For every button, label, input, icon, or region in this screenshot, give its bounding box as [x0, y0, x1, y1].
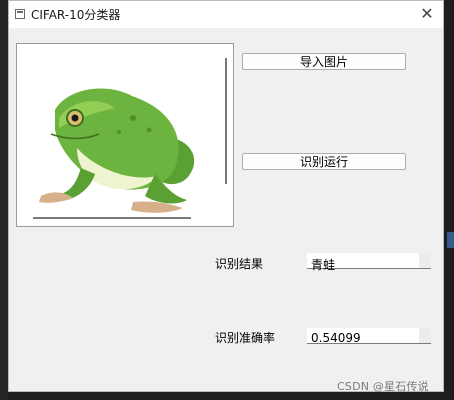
app-icon — [15, 9, 25, 19]
background-editor-right — [444, 0, 454, 400]
image-view[interactable] — [16, 43, 234, 227]
result-value: 青蛙 — [311, 258, 336, 272]
accuracy-field-side — [419, 328, 431, 343]
close-icon[interactable]: ✕ — [417, 4, 437, 24]
import-image-button[interactable]: 导入图片 — [242, 53, 406, 70]
result-label: 识别结果 — [215, 257, 264, 271]
horizontal-scrollbar[interactable] — [33, 217, 191, 219]
accuracy-value: 0.54099 — [311, 331, 361, 345]
accuracy-field[interactable]: 0.54099 — [307, 328, 431, 345]
classifier-window: CIFAR-10分类器 ✕ 导入图片 识别运行 识别结果 青蛙 识别准确率 0.… — [8, 0, 444, 393]
accuracy-label: 识别准确率 — [215, 331, 276, 345]
background-highlight — [447, 232, 454, 248]
watermark: CSDN @星石传说 — [337, 380, 429, 393]
result-field-side — [419, 253, 431, 268]
title-bar: CIFAR-10分类器 ✕ — [9, 1, 443, 28]
frog-image — [39, 88, 195, 213]
background-editor-left — [0, 0, 8, 400]
vertical-scrollbar[interactable] — [225, 58, 227, 184]
window-title: CIFAR-10分类器 — [31, 8, 121, 22]
run-recognition-button[interactable]: 识别运行 — [242, 153, 406, 170]
result-field[interactable]: 青蛙 — [307, 253, 431, 272]
